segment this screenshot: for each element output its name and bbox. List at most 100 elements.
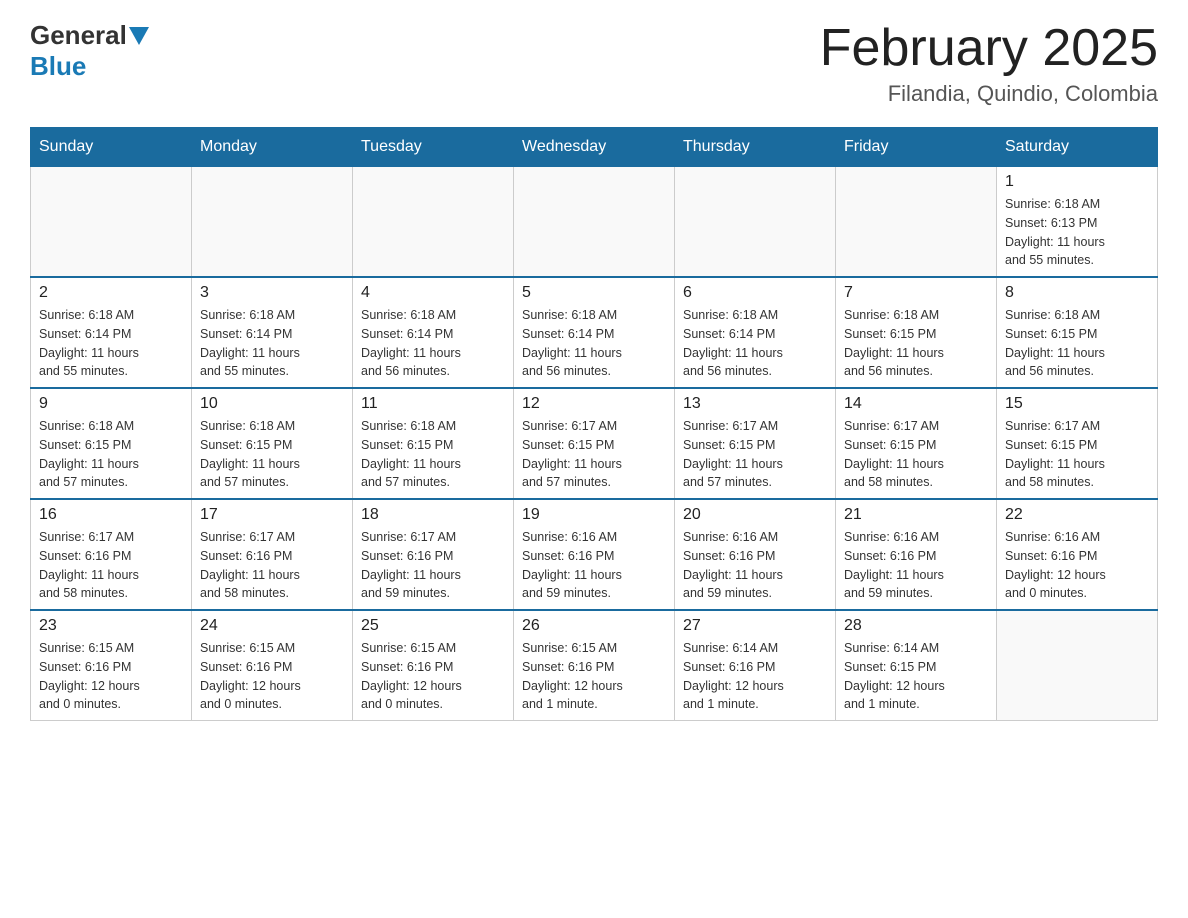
day-info: Sunrise: 6:18 AMSunset: 6:15 PMDaylight:…	[200, 417, 344, 492]
day-info: Sunrise: 6:14 AMSunset: 6:16 PMDaylight:…	[683, 639, 827, 714]
calendar-cell: 25 Sunrise: 6:15 AMSunset: 6:16 PMDayligh…	[353, 610, 514, 721]
day-number: 12	[522, 395, 666, 413]
day-number: 10	[200, 395, 344, 413]
day-number: 18	[361, 506, 505, 524]
day-info: Sunrise: 6:18 AMSunset: 6:14 PMDaylight:…	[683, 306, 827, 381]
day-info: Sunrise: 6:17 AMSunset: 6:16 PMDaylight:…	[39, 528, 183, 603]
calendar-week-row: 1 Sunrise: 6:18 AMSunset: 6:13 PMDaylight…	[31, 167, 1158, 278]
day-number: 1	[1005, 173, 1149, 191]
calendar-cell: 21 Sunrise: 6:16 AMSunset: 6:16 PMDayligh…	[836, 499, 997, 610]
calendar-cell: 4 Sunrise: 6:18 AMSunset: 6:14 PMDaylight…	[353, 277, 514, 388]
calendar-header-sunday: Sunday	[31, 128, 192, 167]
title-block: February 2025 Filandia, Quindio, Colombi…	[820, 20, 1158, 107]
calendar-cell	[192, 167, 353, 278]
day-info: Sunrise: 6:18 AMSunset: 6:15 PMDaylight:…	[361, 417, 505, 492]
calendar-cell: 18 Sunrise: 6:17 AMSunset: 6:16 PMDayligh…	[353, 499, 514, 610]
day-number: 9	[39, 395, 183, 413]
logo-triangle-icon	[129, 27, 149, 45]
calendar-cell: 8Sunrise: 6:18 AMSunset: 6:15 PMDaylight…	[997, 277, 1158, 388]
calendar-cell: 9 Sunrise: 6:18 AMSunset: 6:15 PMDaylight…	[31, 388, 192, 499]
day-info: Sunrise: 6:17 AMSunset: 6:16 PMDaylight:…	[361, 528, 505, 603]
calendar-cell: 12Sunrise: 6:17 AMSunset: 6:15 PMDayligh…	[514, 388, 675, 499]
day-info: Sunrise: 6:17 AMSunset: 6:15 PMDaylight:…	[1005, 417, 1149, 492]
day-number: 23	[39, 617, 183, 635]
calendar-cell	[31, 167, 192, 278]
logo-text: General	[30, 20, 151, 51]
calendar-header-friday: Friday	[836, 128, 997, 167]
calendar-header-wednesday: Wednesday	[514, 128, 675, 167]
day-info: Sunrise: 6:17 AMSunset: 6:16 PMDaylight:…	[200, 528, 344, 603]
day-info: Sunrise: 6:16 AMSunset: 6:16 PMDaylight:…	[1005, 528, 1149, 603]
calendar-header-saturday: Saturday	[997, 128, 1158, 167]
calendar-cell: 24Sunrise: 6:15 AMSunset: 6:16 PMDayligh…	[192, 610, 353, 721]
calendar-cell: 7 Sunrise: 6:18 AMSunset: 6:15 PMDaylight…	[836, 277, 997, 388]
day-number: 28	[844, 617, 988, 635]
calendar-cell: 17 Sunrise: 6:17 AMSunset: 6:16 PMDayligh…	[192, 499, 353, 610]
day-info: Sunrise: 6:15 AMSunset: 6:16 PMDaylight:…	[200, 639, 344, 714]
day-number: 13	[683, 395, 827, 413]
calendar-cell: 2Sunrise: 6:18 AMSunset: 6:14 PMDaylight…	[31, 277, 192, 388]
day-info: Sunrise: 6:16 AMSunset: 6:16 PMDaylight:…	[683, 528, 827, 603]
day-number: 11	[361, 395, 505, 413]
calendar-cell	[997, 610, 1158, 721]
day-info: Sunrise: 6:18 AMSunset: 6:14 PMDaylight:…	[522, 306, 666, 381]
page-header: General Blue February 2025 Filandia, Qui…	[30, 20, 1158, 107]
day-number: 17	[200, 506, 344, 524]
day-info: Sunrise: 6:16 AMSunset: 6:16 PMDaylight:…	[522, 528, 666, 603]
calendar-week-row: 2 Sunrise: 6:18 AMSunset: 6:14 PMDaylight…	[31, 277, 1158, 388]
calendar-title: February 2025	[820, 20, 1158, 77]
day-number: 2	[39, 284, 183, 302]
calendar-cell: 3 Sunrise: 6:18 AMSunset: 6:14 PMDaylight…	[192, 277, 353, 388]
calendar-cell: 28 Sunrise: 6:14 AMSunset: 6:15 PMDayligh…	[836, 610, 997, 721]
calendar-cell: 1 Sunrise: 6:18 AMSunset: 6:13 PMDaylight…	[997, 167, 1158, 278]
calendar-cell: 16 Sunrise: 6:17 AMSunset: 6:16 PMDayligh…	[31, 499, 192, 610]
calendar-cell	[514, 167, 675, 278]
day-info: Sunrise: 6:18 AMSunset: 6:15 PMDaylight:…	[844, 306, 988, 381]
day-number: 4	[361, 284, 505, 302]
day-info: Sunrise: 6:18 AMSunset: 6:13 PMDaylight:…	[1005, 195, 1149, 270]
day-number: 25	[361, 617, 505, 635]
day-info: Sunrise: 6:18 AMSunset: 6:14 PMDaylight:…	[361, 306, 505, 381]
calendar-cell: 27 Sunrise: 6:14 AMSunset: 6:16 PMDayligh…	[675, 610, 836, 721]
day-number: 5	[522, 284, 666, 302]
day-info: Sunrise: 6:18 AMSunset: 6:15 PMDaylight:…	[1005, 306, 1149, 381]
day-info: Sunrise: 6:18 AMSunset: 6:15 PMDaylight:…	[39, 417, 183, 492]
logo-general: General	[30, 20, 127, 51]
day-number: 3	[200, 284, 344, 302]
day-number: 16	[39, 506, 183, 524]
day-number: 19	[522, 506, 666, 524]
calendar-header-row: SundayMondayTuesdayWednesdayThursdayFrid…	[31, 128, 1158, 167]
day-number: 15	[1005, 395, 1149, 413]
calendar-cell: 11 Sunrise: 6:18 AMSunset: 6:15 PMDayligh…	[353, 388, 514, 499]
calendar-cell: 14 Sunrise: 6:17 AMSunset: 6:15 PMDayligh…	[836, 388, 997, 499]
day-number: 27	[683, 617, 827, 635]
calendar-cell: 10 Sunrise: 6:18 AMSunset: 6:15 PMDayligh…	[192, 388, 353, 499]
calendar-cell: 15 Sunrise: 6:17 AMSunset: 6:15 PMDayligh…	[997, 388, 1158, 499]
day-info: Sunrise: 6:18 AMSunset: 6:14 PMDaylight:…	[200, 306, 344, 381]
day-info: Sunrise: 6:17 AMSunset: 6:15 PMDaylight:…	[844, 417, 988, 492]
calendar-cell: 22Sunrise: 6:16 AMSunset: 6:16 PMDayligh…	[997, 499, 1158, 610]
calendar-week-row: 9 Sunrise: 6:18 AMSunset: 6:15 PMDaylight…	[31, 388, 1158, 499]
day-number: 14	[844, 395, 988, 413]
day-info: Sunrise: 6:15 AMSunset: 6:16 PMDaylight:…	[522, 639, 666, 714]
day-number: 7	[844, 284, 988, 302]
day-info: Sunrise: 6:16 AMSunset: 6:16 PMDaylight:…	[844, 528, 988, 603]
calendar-header-monday: Monday	[192, 128, 353, 167]
day-info: Sunrise: 6:15 AMSunset: 6:16 PMDaylight:…	[361, 639, 505, 714]
calendar-week-row: 16 Sunrise: 6:17 AMSunset: 6:16 PMDayligh…	[31, 499, 1158, 610]
day-info: Sunrise: 6:15 AMSunset: 6:16 PMDaylight:…	[39, 639, 183, 714]
calendar-cell: 5 Sunrise: 6:18 AMSunset: 6:14 PMDaylight…	[514, 277, 675, 388]
calendar-cell: 26 Sunrise: 6:15 AMSunset: 6:16 PMDayligh…	[514, 610, 675, 721]
day-info: Sunrise: 6:17 AMSunset: 6:15 PMDaylight:…	[683, 417, 827, 492]
calendar-header-tuesday: Tuesday	[353, 128, 514, 167]
calendar-cell: 19 Sunrise: 6:16 AMSunset: 6:16 PMDayligh…	[514, 499, 675, 610]
calendar-subtitle: Filandia, Quindio, Colombia	[820, 81, 1158, 107]
day-number: 20	[683, 506, 827, 524]
day-number: 6	[683, 284, 827, 302]
day-number: 26	[522, 617, 666, 635]
day-number: 21	[844, 506, 988, 524]
calendar-cell: 23 Sunrise: 6:15 AMSunset: 6:16 PMDayligh…	[31, 610, 192, 721]
calendar-cell: 13 Sunrise: 6:17 AMSunset: 6:15 PMDayligh…	[675, 388, 836, 499]
calendar-cell	[675, 167, 836, 278]
day-info: Sunrise: 6:14 AMSunset: 6:15 PMDaylight:…	[844, 639, 988, 714]
